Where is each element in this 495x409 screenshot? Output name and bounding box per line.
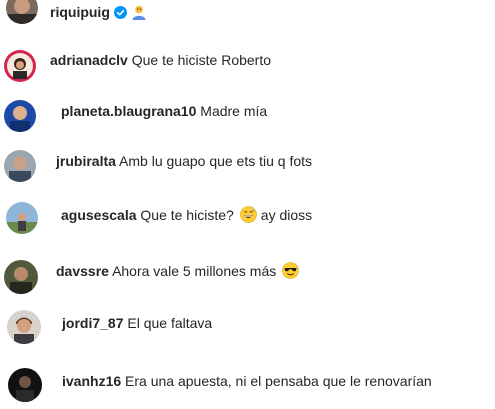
- comment-username[interactable]: planeta.blaugrana10: [61, 103, 196, 119]
- comment-text: Que te hiciste?: [140, 207, 234, 223]
- person-emoji-icon: [132, 5, 146, 20]
- author-username[interactable]: riquipuig: [50, 4, 110, 20]
- comment-item: jrubiralta Amb lu guapo que ets tiu q fo…: [0, 148, 495, 188]
- sunglasses-face-icon: [282, 262, 300, 279]
- commenter-avatar[interactable]: [4, 100, 36, 132]
- comment-item: planeta.blaugrana10 Madre mía: [0, 98, 495, 138]
- comment-text-after-emoji: ay dioss: [260, 207, 313, 223]
- commenter-avatar[interactable]: [7, 310, 41, 344]
- commenter-avatar[interactable]: [4, 260, 38, 294]
- comment-username[interactable]: jordi7_87: [62, 315, 123, 331]
- comment-username[interactable]: agusescala: [61, 207, 137, 223]
- verified-badge-icon: [113, 6, 127, 19]
- comment-item: agusescala Que te hiciste? ay dioss: [0, 202, 495, 242]
- comment-text: Era una apuesta, ni el pensaba que le re…: [125, 373, 432, 389]
- commenter-avatar[interactable]: [6, 202, 38, 234]
- comment-username[interactable]: jrubiralta: [56, 153, 116, 169]
- comment-text: Que te hiciste Roberto: [131, 52, 272, 68]
- comment-text: Madre mía: [200, 103, 268, 119]
- post-author-row: riquipuig: [0, 0, 495, 34]
- comment-text: Ahora vale 5 millones más: [112, 263, 277, 279]
- commenter-avatar[interactable]: [8, 368, 42, 402]
- comment-item: adrianadclv Que te hiciste Roberto: [0, 48, 495, 88]
- grinning-sweat-face-icon: [239, 206, 257, 223]
- author-avatar[interactable]: [6, 0, 38, 24]
- comment-username[interactable]: ivanhz16: [62, 373, 121, 389]
- comment-username[interactable]: adrianadclv: [50, 52, 128, 68]
- comment-text: El que faltava: [127, 315, 213, 331]
- comment-username[interactable]: davssre: [56, 263, 109, 279]
- comment-item: ivanhz16 Era una apuesta, ni el pensaba …: [0, 368, 495, 408]
- comment-text: Amb lu guapo que ets tiu q fots: [119, 153, 313, 169]
- comment-item: jordi7_87 El que faltava: [0, 310, 495, 350]
- commenter-avatar[interactable]: [4, 150, 36, 182]
- commenter-avatar[interactable]: [4, 50, 36, 82]
- comment-item: davssre Ahora vale 5 millones más: [0, 258, 495, 298]
